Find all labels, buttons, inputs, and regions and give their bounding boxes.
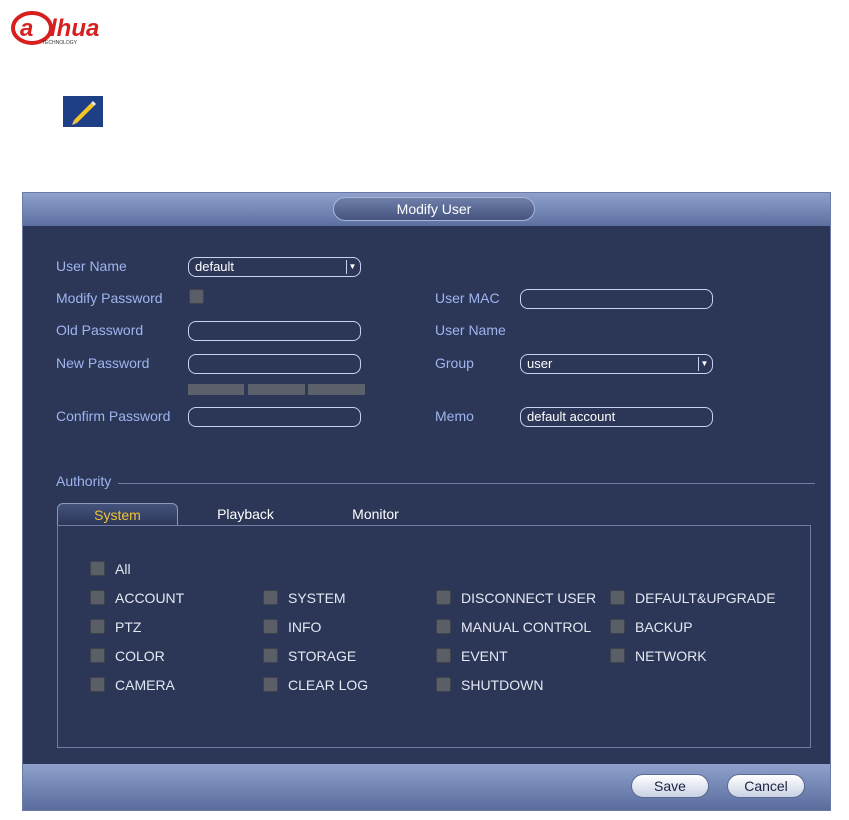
cancel-button[interactable]: Cancel	[727, 774, 805, 798]
confirm-password-label: Confirm Password	[56, 408, 171, 424]
system-permissions-panel: All ACCOUNT PTZ COLOR CAMERA SYSTEM INFO…	[57, 525, 811, 748]
user-name-value: default	[195, 259, 235, 274]
permission-default-upgrade-checkbox[interactable]	[610, 590, 625, 605]
permission-system-checkbox[interactable]	[263, 590, 278, 605]
authority-label: Authority	[56, 473, 112, 489]
permission-info-checkbox[interactable]	[263, 619, 278, 634]
permission-camera-label: CAMERA	[115, 677, 175, 693]
chevron-down-icon: ▼	[698, 357, 710, 371]
modify-password-label: Modify Password	[56, 290, 163, 306]
permission-disconnect-user-checkbox[interactable]	[436, 590, 451, 605]
authority-divider	[118, 483, 815, 484]
permission-shutdown-checkbox[interactable]	[436, 677, 451, 692]
chevron-down-icon: ▼	[346, 260, 358, 274]
permission-clear-log-checkbox[interactable]	[263, 677, 278, 692]
user-name-right-label: User Name	[435, 322, 506, 338]
save-button[interactable]: Save	[631, 774, 709, 798]
password-strength-bar-1	[188, 384, 244, 395]
permission-backup-checkbox[interactable]	[610, 619, 625, 634]
group-label: Group	[435, 355, 474, 371]
permission-color-label: COLOR	[115, 648, 165, 664]
modify-password-checkbox[interactable]	[189, 289, 204, 304]
user-name-label: User Name	[56, 258, 127, 274]
tab-playback[interactable]: Playback	[193, 503, 298, 525]
memo-label: Memo	[435, 408, 474, 424]
permission-camera-checkbox[interactable]	[90, 677, 105, 692]
group-value: user	[527, 356, 553, 371]
permission-default-upgrade-label: DEFAULT&UPGRADE	[635, 590, 776, 606]
permission-account-checkbox[interactable]	[90, 590, 105, 605]
tab-monitor[interactable]: Monitor	[323, 503, 428, 525]
dialog-titlebar: Modify User	[23, 193, 830, 226]
permission-ptz-checkbox[interactable]	[90, 619, 105, 634]
permission-account-label: ACCOUNT	[115, 590, 185, 606]
memo-field[interactable]: default account	[520, 407, 713, 427]
permission-event-checkbox[interactable]	[436, 648, 451, 663]
new-password-field[interactable]	[188, 354, 361, 374]
permission-all-label: All	[115, 561, 131, 577]
permission-storage-checkbox[interactable]	[263, 648, 278, 663]
tab-system[interactable]: System	[57, 503, 178, 525]
svg-text:lhua: lhua	[50, 15, 99, 42]
dialog-title: Modify User	[333, 197, 535, 221]
permission-event-label: EVENT	[461, 648, 508, 664]
permission-backup-label: BACKUP	[635, 619, 693, 635]
user-mac-field[interactable]	[520, 289, 713, 309]
permission-all-checkbox[interactable]	[90, 561, 105, 576]
edit-button[interactable]	[63, 96, 103, 127]
permission-manual-control-label: MANUAL CONTROL	[461, 619, 592, 635]
password-strength-bar-2	[248, 384, 305, 395]
dahua-logo: a lhua TECHNOLOGY	[11, 11, 99, 46]
modify-user-dialog: Modify User User Name default ▼ Modify P…	[22, 192, 831, 811]
permission-network-label: NETWORK	[635, 648, 707, 664]
permission-shutdown-label: SHUTDOWN	[461, 677, 544, 693]
permission-color-checkbox[interactable]	[90, 648, 105, 663]
permission-manual-control-checkbox[interactable]	[436, 619, 451, 634]
permission-disconnect-user-label: DISCONNECT USER	[461, 590, 597, 606]
permission-storage-label: STORAGE	[288, 648, 357, 664]
new-password-label: New Password	[56, 355, 150, 371]
permission-clear-log-label: CLEAR LOG	[288, 677, 369, 693]
old-password-label: Old Password	[56, 322, 144, 338]
pencil-icon	[72, 101, 96, 125]
svg-text:TECHNOLOGY: TECHNOLOGY	[42, 40, 78, 46]
old-password-field[interactable]	[188, 321, 361, 341]
confirm-password-field[interactable]	[188, 407, 361, 427]
permission-ptz-label: PTZ	[115, 619, 142, 635]
password-strength-bar-3	[308, 384, 365, 395]
group-select[interactable]: user ▼	[520, 354, 713, 374]
svg-text:a: a	[20, 15, 33, 42]
dialog-footer: Save Cancel	[23, 764, 830, 810]
user-mac-label: User MAC	[435, 290, 500, 306]
permission-info-label: INFO	[288, 619, 322, 635]
user-name-select[interactable]: default ▼	[188, 257, 361, 277]
permission-network-checkbox[interactable]	[610, 648, 625, 663]
permission-system-label: SYSTEM	[288, 590, 346, 606]
